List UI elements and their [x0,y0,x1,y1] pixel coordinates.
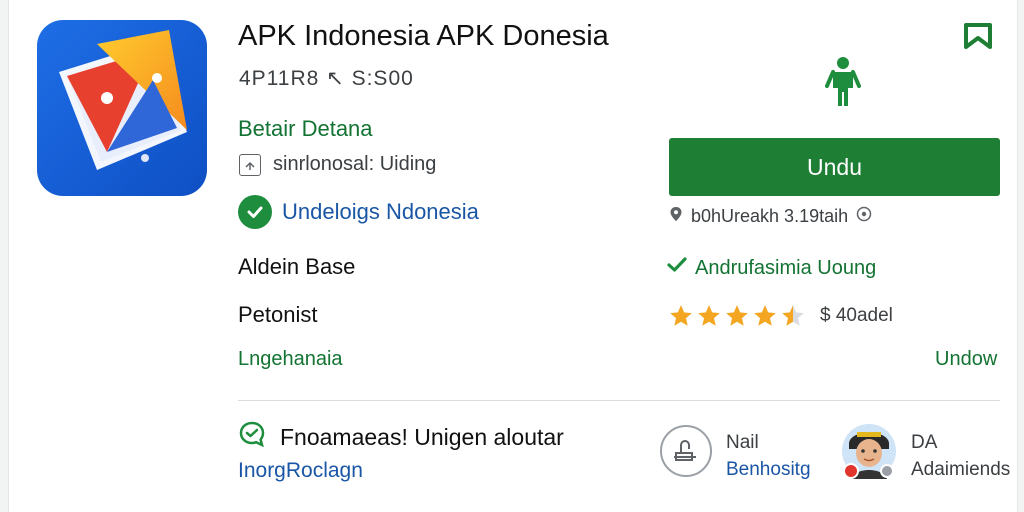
star-icon [670,305,692,326]
footer-title: Fnoamaeas! Unigen aloutar [280,423,564,450]
feature-info: Andrufasimia Uoung [667,256,876,280]
app-title: APK Indonesia APK Donesia [238,20,609,52]
content-rating: sinrlonosal: Uiding [239,153,436,176]
verified-text: Undeloigs Ndonesia [282,199,479,224]
footer-title-row: Fnoamaeas! Unigen aloutar [238,420,564,454]
star-icon [698,305,720,326]
feature-text: Andrufasimia Uoung [695,256,877,279]
message-circle-icon[interactable] [660,425,712,477]
info-label-1: Aldein Base [238,254,356,279]
footer-link[interactable]: InorgRoclagn [238,459,363,483]
app-meta: 4P11R8 ↖ S:S00 [239,67,414,90]
footer-item1-bottom[interactable]: Benhositg [726,459,811,481]
rating-count: $ 40adel [820,305,893,326]
avatar-icon[interactable] [841,423,897,479]
info-label-2: Petonist [238,302,318,327]
app-detail-card: APK Indonesia APK Donesia 4P11R8 ↖ S:S00… [8,0,1018,512]
divider [238,400,1000,401]
footer-item2-top: DA [911,432,938,453]
app-icon[interactable] [37,20,207,196]
star-icon [754,305,776,326]
footer-item1-top: Nail [726,432,759,453]
rating-row: $ 40adel [668,303,893,329]
install-button[interactable]: Undu [669,138,1000,196]
location-icon [669,206,683,227]
right-link[interactable]: Undow [935,348,997,371]
star-icon [726,305,748,326]
box-icon [239,153,261,176]
footer-item2-bottom: Adaimiends [911,459,1011,480]
bookmark-icon[interactable] [962,22,994,55]
check-circle-icon [238,195,272,229]
checkmark-icon [667,256,687,280]
developer-link[interactable]: Betair Detana [238,116,373,142]
language-link[interactable]: Lngehanaia [238,348,343,371]
verified-badge: Undeloigs Ndonesia [238,195,479,229]
chat-icon [238,420,266,454]
star-icon [782,305,804,326]
info-icon[interactable] [856,206,872,227]
size-text: b0hUreakh 3.19taih [691,206,849,226]
person-icon [825,56,861,113]
size-info: b0hUreakh 3.19taih [669,206,872,227]
content-rating-text: sinrlonosal: Uiding [273,153,437,175]
star-rating [668,303,806,329]
